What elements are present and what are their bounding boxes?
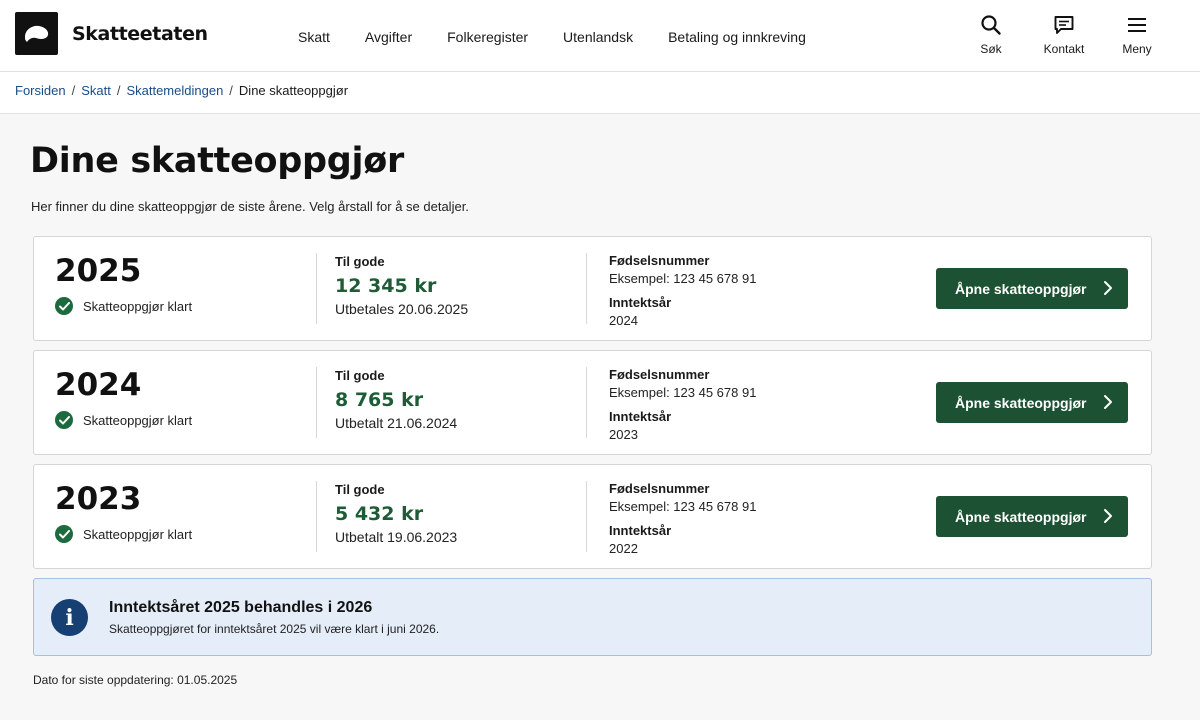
id-label: Fødselsnummer [609,481,710,496]
settlement-card-2025: 2025 Skatteoppgjør klart Til gode 12 345… [33,236,1152,341]
settlement-card-2024: 2024 Skatteoppgjør klart Til gode 8 765 … [33,350,1152,455]
income-year-value: 2023 [609,427,638,442]
breadcrumb-forsiden[interactable]: Forsiden [15,83,66,98]
divider [586,253,587,324]
payout-date: Utbetalt 21.06.2024 [335,415,458,431]
chevron-right-icon [1104,395,1112,409]
settlement-status-label: Skatteoppgjør klart [83,298,193,314]
breadcrumb-skatt[interactable]: Skatt [81,83,111,98]
nav-skatt[interactable]: Skatt [298,29,330,45]
open-settlement-button[interactable]: Åpne skatteoppgjør [936,268,1128,309]
info-title: Inntektsåret 2025 behandles i 2026 [109,599,373,616]
menu-icon [1128,18,1146,32]
divider [586,367,587,438]
id-value: Eksempel: 123 45 678 91 [609,499,757,514]
menu-label: Meny [1122,42,1152,56]
search-button[interactable]: Søk [963,14,1019,56]
nav-avgifter[interactable]: Avgifter [365,29,412,45]
divider [586,481,587,552]
settlement-status-label: Skatteoppgjør klart [83,412,193,428]
amount-label: Til gode [335,254,385,269]
chat-icon [1054,16,1074,34]
divider [316,367,317,438]
search-label: Søk [980,42,1002,56]
amount-label: Til gode [335,482,385,497]
settlement-status: Skatteoppgjør klart [55,525,192,543]
settlement-details-block: Fødselsnummer Eksempel: 123 45 678 91 In… [609,367,756,442]
settlement-details-block: Fødselsnummer Eksempel: 123 45 678 91 In… [609,481,756,556]
settlement-year: 2025 [55,253,142,289]
id-label: Fødselsnummer [609,253,710,268]
info-icon: i [51,599,88,636]
chevron-right-icon [1104,509,1112,523]
chevron-right-icon [1104,281,1112,295]
breadcrumb-skattemeldingen[interactable]: Skattemeldingen [126,83,223,98]
settlement-amount-block: Til gode 8 765 kr Utbetalt 21.06.2024 [335,368,457,431]
page-lead: Her finner du dine skatteoppgjør de sist… [31,199,469,214]
breadcrumb-separator: / [229,83,233,98]
contact-label: Kontakt [1043,42,1085,56]
tool-navigation: Søk Kontakt Meny [963,14,1200,56]
site-header: Skatteetaten Skatt Avgifter Folkeregiste… [0,0,1200,72]
nav-utenlandsk[interactable]: Utenlandsk [563,29,633,45]
settlement-details-block: Fødselsnummer Eksempel: 123 45 678 91 In… [609,253,756,328]
id-value: Eksempel: 123 45 678 91 [609,385,757,400]
settlement-amount-block: Til gode 12 345 kr Utbetales 20.06.2025 [335,254,468,317]
amount-value: 12 345 kr [335,275,437,297]
income-year-label: Inntektsår [609,409,672,424]
search-icon [981,15,1001,35]
amount-value: 5 432 kr [335,503,424,525]
settlement-status: Skatteoppgjør klart [55,411,192,429]
payout-date: Utbetalt 19.06.2023 [335,529,458,545]
settlement-amount-block: Til gode 5 432 kr Utbetalt 19.06.2023 [335,482,457,545]
open-settlement-label: Åpne skatteoppgjør [955,394,1087,411]
income-year-label: Inntektsår [609,523,672,538]
last-updated: Dato for siste oppdatering: 01.05.2025 [33,673,238,687]
income-year-value: 2024 [609,313,638,328]
main-navigation: Skatt Avgifter Folkeregister Utenlandsk … [298,29,841,45]
checkmark-icon [55,411,73,429]
settlement-year: 2023 [55,481,142,517]
breadcrumb-current: Dine skatteoppgjør [238,83,349,98]
open-settlement-label: Åpne skatteoppgjør [955,280,1087,297]
menu-button[interactable]: Meny [1109,14,1165,56]
page-title: Dine skatteoppgjør [30,141,404,181]
settlement-status-label: Skatteoppgjør klart [83,526,193,542]
site-logo[interactable]: Skatteetaten [15,12,208,55]
open-settlement-button[interactable]: Åpne skatteoppgjør [936,496,1128,537]
settlement-year: 2024 [55,367,142,403]
divider [316,481,317,552]
open-settlement-button[interactable]: Åpne skatteoppgjør [936,382,1128,423]
open-settlement-label: Åpne skatteoppgjør [955,508,1087,525]
checkmark-icon [55,297,73,315]
logo-icon [15,12,58,55]
breadcrumb-separator: / [71,83,76,98]
brand-name: Skatteetaten [72,22,208,45]
nav-folkeregister[interactable]: Folkeregister [447,29,528,45]
payout-date: Utbetales 20.06.2025 [335,301,469,317]
nav-betaling[interactable]: Betaling og innkreving [668,29,806,45]
contact-button[interactable]: Kontakt [1036,14,1092,56]
id-value: Eksempel: 123 45 678 91 [609,271,757,286]
id-label: Fødselsnummer [609,367,710,382]
settlement-list: 2025 Skatteoppgjør klart Til gode 12 345… [33,236,1152,569]
breadcrumb-separator: / [116,83,121,98]
info-panel: i Inntektsåret 2025 behandles i 2026 Ska… [33,578,1152,656]
income-year-value: 2022 [609,541,638,556]
main-content: Dine skatteoppgjør Her finner du dine sk… [0,141,1200,687]
amount-label: Til gode [335,368,385,383]
income-year-label: Inntektsår [609,295,672,310]
divider [316,253,317,324]
amount-value: 8 765 kr [335,389,424,411]
checkmark-icon [55,525,73,543]
settlement-status: Skatteoppgjør klart [55,297,192,315]
settlement-card-2023: 2023 Skatteoppgjør klart Til gode 5 432 … [33,464,1152,569]
breadcrumb: Forsiden / Skatt / Skattemeldingen / Dine skat… [0,72,1200,114]
info-text: Skatteoppgjøret for inntektsåret 2025 vi… [109,622,440,636]
